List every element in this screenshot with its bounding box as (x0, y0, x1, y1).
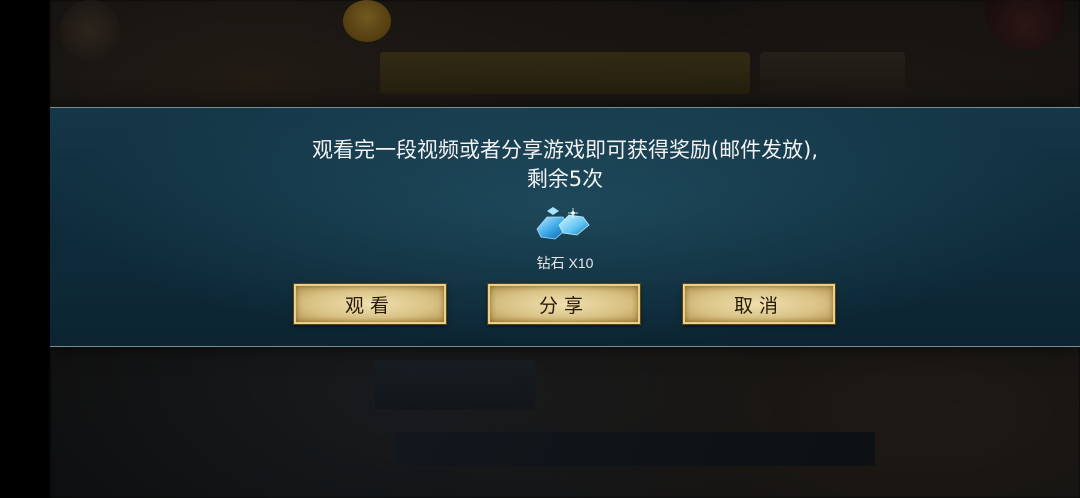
game-screen: 观看完一段视频或者分享游戏即可获得奖励(邮件发放), 剩余5次 钻石 X10 观… (0, 0, 1080, 498)
dialog-message-remaining: 剩余5次 (526, 167, 604, 191)
watch-video-button[interactable]: 观看 (293, 283, 447, 325)
reward-dialog: 观看完一段视频或者分享游戏即可获得奖励(邮件发放), 剩余5次 钻石 X10 观… (50, 107, 1080, 347)
cancel-button[interactable]: 取消 (682, 283, 836, 325)
dialog-message: 观看完一段视频或者分享游戏即可获得奖励(邮件发放), 剩余5次 (50, 136, 1080, 194)
share-game-button[interactable]: 分享 (487, 283, 641, 325)
dialog-message-line1: 观看完一段视频或者分享游戏即可获得奖励(邮件发放), (311, 138, 819, 162)
reward-label: 钻石 X10 (536, 255, 594, 271)
diamond-icon (536, 207, 590, 240)
